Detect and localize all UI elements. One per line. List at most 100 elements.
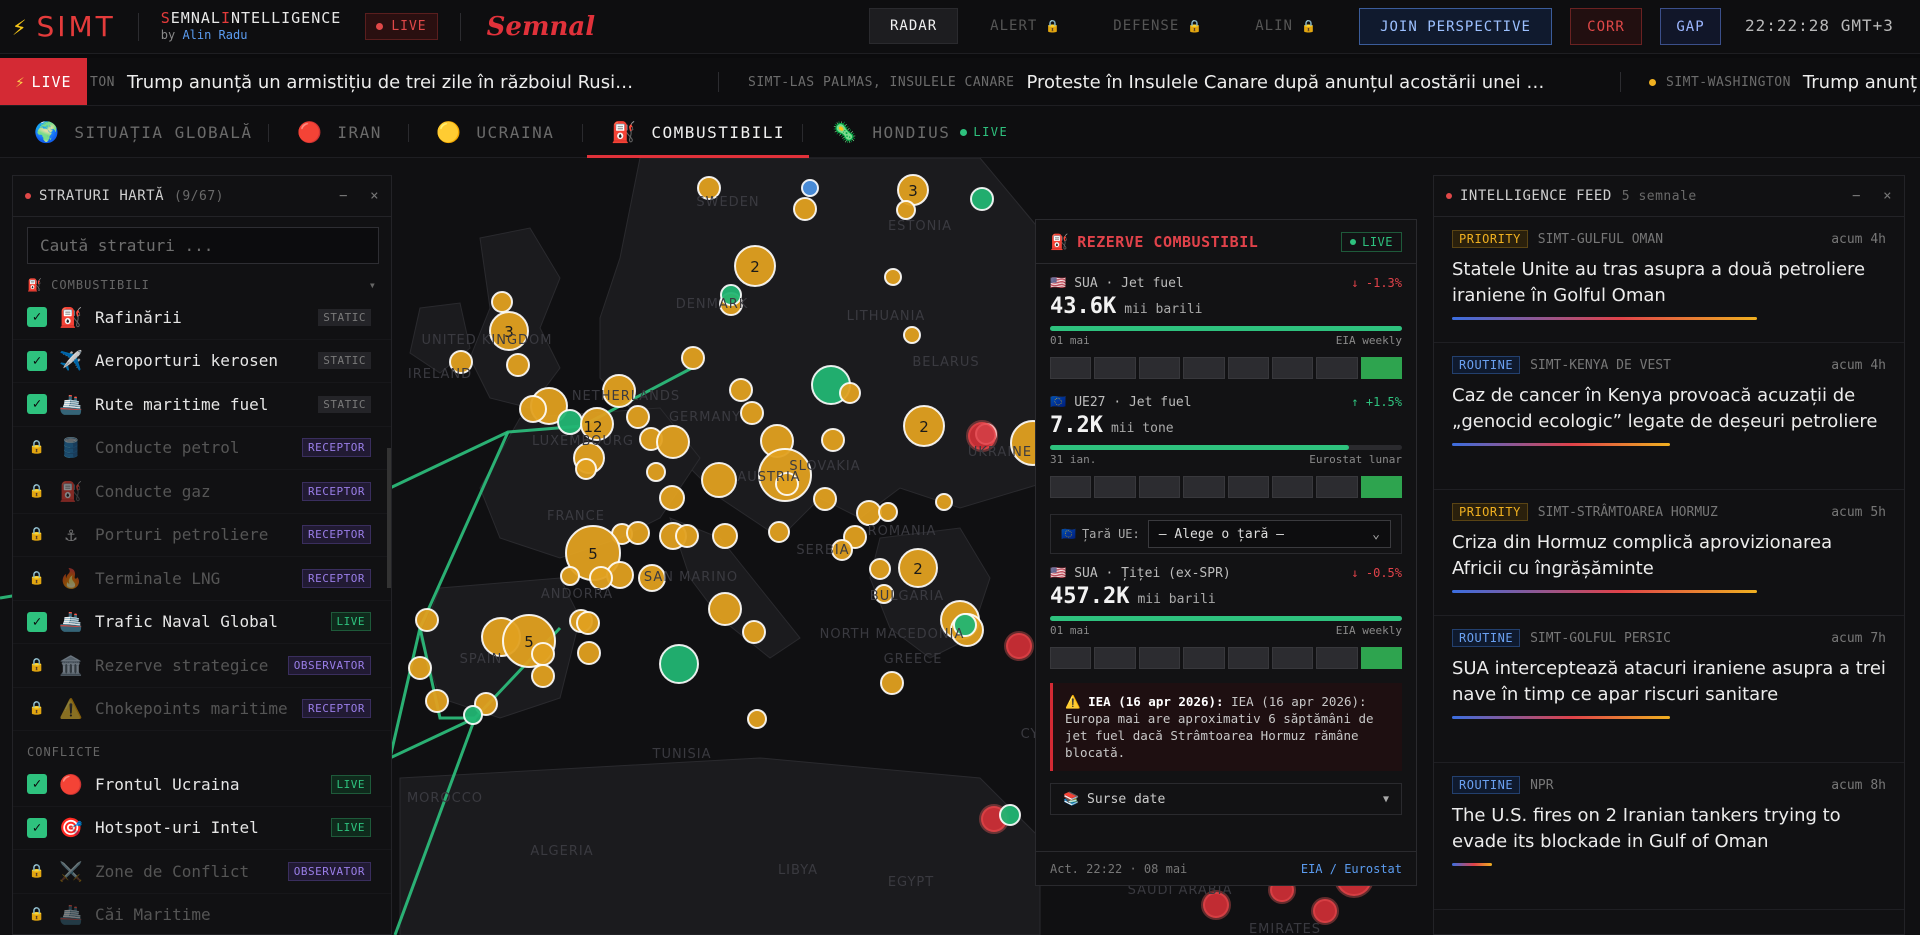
map-marker[interactable] (626, 405, 650, 429)
map-marker[interactable] (415, 608, 439, 632)
map-marker[interactable] (701, 462, 737, 498)
map-marker[interactable] (626, 521, 650, 545)
checkbox-checked-icon[interactable]: ✓ (27, 307, 47, 328)
map-marker[interactable] (970, 187, 994, 211)
layer-row[interactable]: ✓ 🚢 Trafic Naval Global LIVE (13, 601, 391, 644)
ticker-item[interactable]: SIMT-LAS PALMAS, INSULELE CANARE Protest… (748, 58, 1544, 105)
tab-ucraina[interactable]: 🟡 UCRAINA (436, 106, 554, 158)
map-marker[interactable] (747, 709, 767, 729)
layer-row[interactable]: 🔒 ⚔️ Zone de Conflict OBSERVATOR (13, 850, 391, 894)
map-marker[interactable] (801, 179, 819, 197)
map-marker[interactable] (869, 558, 891, 580)
map-marker[interactable] (896, 200, 916, 220)
nav-alert[interactable]: ALERT 🔒 (970, 8, 1081, 44)
data-sources-toggle[interactable]: 📚 Surse date ▼ (1050, 783, 1402, 815)
close-icon[interactable]: × (1883, 188, 1892, 204)
cluster-count[interactable]: 2 (750, 258, 760, 276)
map-marker[interactable] (884, 268, 902, 286)
map-marker[interactable] (408, 656, 432, 680)
layer-row[interactable]: 🔒 ⛽ Conducte gaz RECEPTOR (13, 470, 391, 514)
map-marker[interactable] (821, 428, 845, 452)
layer-row[interactable]: 🔒 🏛️ Rezerve strategice OBSERVATOR (13, 644, 391, 688)
feed-item[interactable]: ROUTINE SIMT-GOLFUL PERSIC acum 7h SUA inte… (1434, 616, 1904, 763)
minimize-icon[interactable]: − (1852, 188, 1861, 204)
feed-item[interactable]: PRIORITY SIMT-GULFUL OMAN acum 4h Statele U… (1434, 217, 1904, 343)
country-select[interactable]: — Alege o țară — ⌄ (1147, 520, 1391, 548)
map-marker[interactable] (880, 671, 904, 695)
checkbox-checked-icon[interactable]: ✓ (27, 350, 47, 371)
map-marker[interactable] (646, 462, 666, 482)
map-marker[interactable] (742, 620, 766, 644)
nav-defense[interactable]: DEFENSE 🔒 (1093, 8, 1223, 44)
cluster-count[interactable]: 2 (913, 560, 923, 578)
feed-item[interactable]: ROUTINE NPR acum 8h The U.S. fires on 2 Ira… (1434, 763, 1904, 910)
map-marker[interactable] (813, 487, 837, 511)
map-marker[interactable] (589, 566, 613, 590)
map-marker[interactable] (1004, 631, 1034, 661)
cluster-count[interactable]: 5 (524, 633, 534, 651)
layers-search-input[interactable] (27, 227, 379, 264)
map-marker[interactable] (506, 353, 530, 377)
map-marker[interactable] (491, 291, 513, 313)
map-marker[interactable] (557, 409, 583, 435)
map-marker[interactable] (903, 326, 921, 344)
map-marker[interactable] (656, 425, 690, 459)
map-marker[interactable] (1311, 897, 1339, 925)
feed-item[interactable]: ROUTINE SIMT-KENYA DE VEST acum 4h Caz de c… (1434, 343, 1904, 490)
cluster-count[interactable]: 2 (919, 418, 929, 436)
map-marker[interactable] (999, 804, 1021, 826)
map-marker[interactable] (463, 705, 483, 725)
map-marker[interactable] (577, 641, 601, 665)
layer-row[interactable]: 🔒 ⚠️ Chokepoints maritime RECEPTOR (13, 688, 391, 731)
checkbox-checked-icon[interactable]: ✓ (27, 817, 47, 838)
map-marker[interactable] (729, 378, 753, 402)
tab-situatia-globala[interactable]: 🌍 SITUAȚIA GLOBALĂ (34, 106, 253, 158)
section-combustibili[interactable]: ⛽ COMBUSTIBILI ▾ (13, 274, 391, 296)
map-marker[interactable] (425, 689, 449, 713)
layer-row[interactable]: 🔒 🛢️ Conducte petrol RECEPTOR (13, 427, 391, 470)
tab-combustibili[interactable]: ⛽ COMBUSTIBILI (587, 106, 809, 158)
map-marker[interactable] (519, 395, 547, 423)
tab-iran[interactable]: 🔴 IRAN (297, 106, 382, 158)
map-marker[interactable] (675, 524, 699, 548)
layer-row[interactable]: 🔒 🚢 Căi Maritime (13, 894, 391, 935)
sources-link[interactable]: EIA / Eurostat (1301, 862, 1402, 876)
section-conflicte[interactable]: CONFLICTE (13, 741, 391, 763)
layer-row[interactable]: 🔒 🔥 Terminale LNG RECEPTOR (13, 557, 391, 601)
map-marker[interactable] (856, 500, 882, 526)
ticker-item[interactable]: TON Trump anunță un armistițiu de trei z… (90, 58, 633, 105)
feed-item[interactable]: PRIORITY SIMT-STRÂMTOAREA HORMUZ acum 5h Cr… (1434, 490, 1904, 616)
map-marker[interactable] (681, 346, 705, 370)
join-perspective-button[interactable]: JOIN PERSPECTIVE (1359, 8, 1552, 45)
checkbox-checked-icon[interactable]: ✓ (27, 611, 47, 632)
map-marker[interactable] (560, 566, 580, 586)
map-marker[interactable] (659, 644, 699, 684)
tab-hondius[interactable]: 🦠 HONDIUS LIVE (832, 106, 1008, 158)
scrollbar[interactable] (387, 448, 391, 588)
layer-row[interactable]: ✓ 🎯 Hotspot-uri Intel LIVE (13, 807, 391, 850)
close-icon[interactable]: × (370, 188, 379, 204)
map-marker[interactable] (935, 493, 953, 511)
map-marker[interactable] (531, 642, 555, 666)
map-marker[interactable] (793, 197, 817, 221)
map-marker[interactable] (659, 485, 685, 511)
cluster-count[interactable]: 3 (908, 182, 918, 200)
map-marker[interactable] (839, 382, 861, 404)
minimize-icon[interactable]: − (339, 188, 348, 204)
layer-row[interactable]: ✓ 🔴 Frontul Ucraina LIVE (13, 763, 391, 807)
map-marker[interactable] (768, 521, 790, 543)
logo[interactable]: ⚡ SIMT (12, 10, 116, 43)
map-marker[interactable] (575, 458, 597, 480)
layer-row[interactable]: ✓ ⛽ Rafinării STATIC (13, 296, 391, 340)
layer-row[interactable]: 🔒 ⚓ Porturi petroliere RECEPTOR (13, 514, 391, 557)
layer-row[interactable]: ✓ 🚢 Rute maritime fuel STATIC (13, 383, 391, 427)
map-marker[interactable] (531, 664, 555, 688)
gap-button[interactable]: GAP (1660, 8, 1721, 45)
checkbox-checked-icon[interactable]: ✓ (27, 394, 47, 415)
map-marker[interactable] (712, 523, 738, 549)
nav-alin[interactable]: ALIN 🔒 (1235, 8, 1337, 44)
layer-row[interactable]: ✓ ✈️ Aeroporturi kerosen STATIC (13, 340, 391, 383)
cluster-count[interactable]: 5 (588, 545, 598, 563)
ticker-item[interactable]: SIMT-WASHINGTON Trump anunț (1649, 58, 1917, 105)
map-marker[interactable] (740, 401, 764, 425)
